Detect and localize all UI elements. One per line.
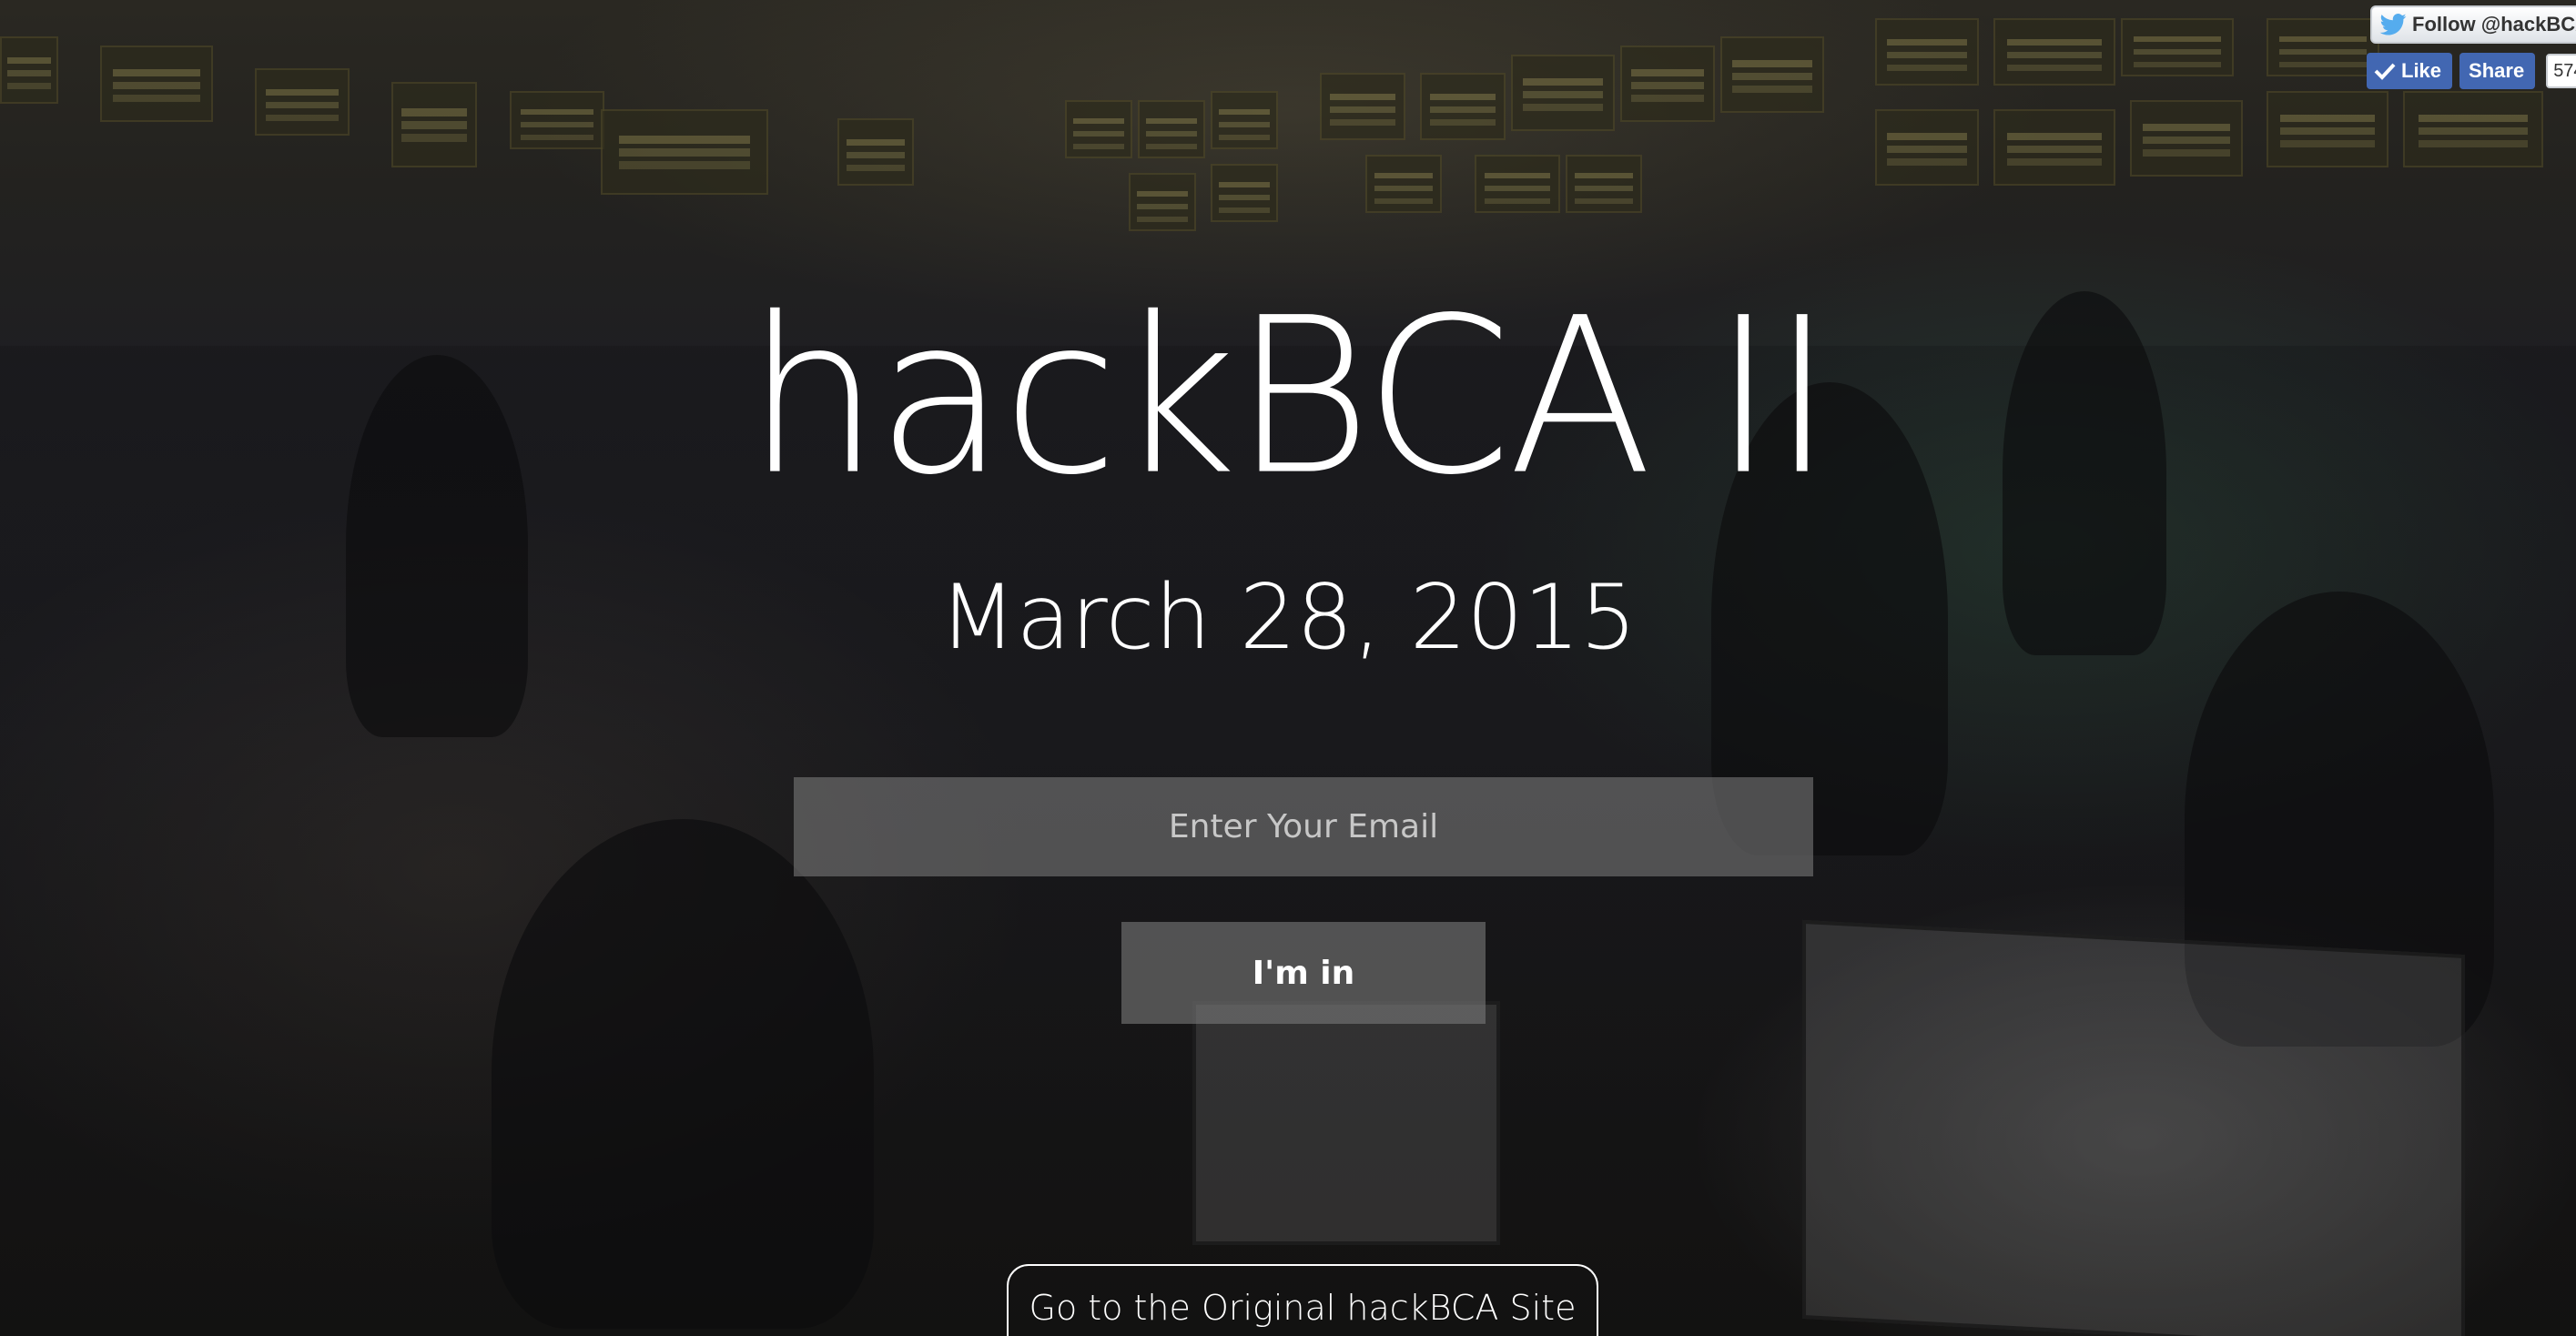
facebook-share-button[interactable]: Share (2459, 53, 2536, 89)
facebook-widgets: Like Share 574 (2367, 53, 2576, 89)
background-person (492, 819, 874, 1329)
landing-page: Follow @hackBCA Like Share 574 hackBCA I… (0, 0, 2576, 1336)
twitter-follow-button[interactable]: Follow @hackBCA (2370, 5, 2576, 44)
background-laptop (1802, 919, 2465, 1336)
email-input[interactable] (794, 777, 1813, 876)
twitter-follow-label: Follow @hackBCA (2412, 13, 2576, 35)
facebook-share-label: Share (2469, 59, 2525, 82)
event-date: March 28, 2015 (938, 566, 1638, 670)
event-title: hackBCA II (745, 271, 1833, 522)
background-laptop (1192, 1001, 1500, 1245)
background-wall-banners (0, 18, 2576, 255)
facebook-like-button[interactable]: Like (2367, 53, 2453, 89)
twitter-bird-icon (2379, 14, 2407, 35)
original-site-link[interactable]: Go to the Original hackBCA Site (1007, 1264, 1598, 1336)
facebook-like-label: Like (2401, 59, 2442, 82)
im-in-button[interactable]: I'm in (1121, 922, 1486, 1024)
check-icon (2374, 63, 2396, 80)
facebook-like-count: 574 (2546, 54, 2576, 88)
